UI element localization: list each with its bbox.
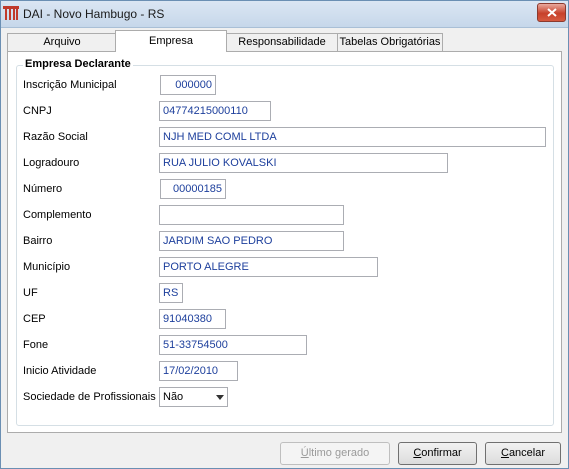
cancelar-label: ancelar [508,447,546,459]
tab-responsabilidade[interactable]: Responsabilidade [225,33,339,51]
inicio-atividade-field[interactable]: 17/02/2010 [159,361,238,381]
cnpj-field[interactable]: 04774215000110 [159,101,271,121]
app-icon [3,6,19,20]
label-razao-social: Razão Social [23,131,88,143]
label-municipio: Município [23,261,71,273]
chevron-down-icon [216,395,224,400]
razao-social-field[interactable]: NJH MED COML LTDA [159,127,546,147]
close-icon [546,8,557,17]
group-title: Empresa Declarante [23,58,133,70]
title-bar[interactable]: DAI - Novo Hambugo - RS [1,1,568,28]
close-button[interactable] [537,3,566,22]
confirmar-button[interactable]: Confirmar [398,442,477,465]
label-inscricao-municipal: Inscrição Municipal [23,79,117,91]
label-uf: UF [23,287,38,299]
label-cep: CEP [23,313,46,325]
dialog-window: DAI - Novo Hambugo - RS Arquivo Empresa … [0,0,569,469]
label-fone: Fone [23,339,49,351]
label-logradouro: Logradouro [23,157,80,169]
inscricao-municipal-field[interactable]: 000000 [160,75,216,95]
label-complemento: Complemento [23,209,92,221]
tab-tabelas-obrigatorias[interactable]: Tabelas Obrigatórias [337,33,443,51]
tab-empresa[interactable]: Empresa [115,30,227,52]
label-inicio-atividade: Inicio Atividade [23,365,97,377]
fone-field[interactable]: 51-33754500 [159,335,307,355]
complemento-field[interactable] [159,205,344,225]
numero-field[interactable]: 00000185 [160,179,226,199]
cancelar-accelerator: C [500,447,509,459]
municipio-field[interactable]: PORTO ALEGRE [159,257,378,277]
sociedade-profissionais-select[interactable]: Não [159,387,228,407]
logradouro-field[interactable]: RUA JULIO KOVALSKI [159,153,448,173]
ultimo-gerado-label: ltimo gerado [308,447,370,459]
sociedade-profissionais-value: Não [163,391,184,403]
label-bairro: Bairro [23,235,53,247]
label-sociedade-profissionais: Sociedade de Profissionais [23,391,156,403]
label-numero: Número [23,183,63,195]
cep-field[interactable]: 91040380 [159,309,226,329]
confirmar-label: onfirmar [421,447,462,459]
ultimo-gerado-accelerator: Ú [300,447,309,459]
ultimo-gerado-button[interactable]: Último gerado [280,442,390,465]
label-cnpj: CNPJ [23,105,52,117]
window-title: DAI - Novo Hambugo - RS [23,7,165,21]
uf-field[interactable]: RS [159,283,183,303]
bairro-field[interactable]: JARDIM SAO PEDRO [159,231,344,251]
tab-arquivo[interactable]: Arquivo [7,33,117,51]
cancelar-button[interactable]: Cancelar [485,442,561,465]
